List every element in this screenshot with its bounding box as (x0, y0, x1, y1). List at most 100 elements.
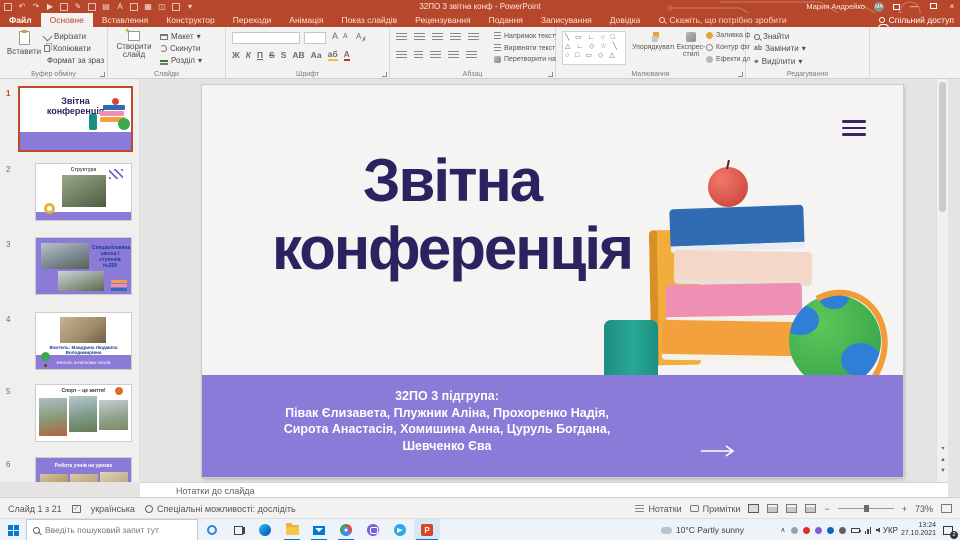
language-status[interactable]: українська (91, 504, 135, 514)
spell-check-icon[interactable]: ✓ (72, 505, 81, 513)
taskbar-viber[interactable] (360, 519, 386, 540)
restore-button[interactable] (930, 3, 937, 9)
zoom-out-button[interactable]: − (824, 504, 829, 514)
clipboard-dialog-launcher[interactable] (100, 72, 105, 77)
slide-title[interactable]: Звітна конференція (202, 147, 702, 283)
scroll-down-icon[interactable]: ▾ (937, 445, 949, 452)
taskbar-telegram[interactable] (387, 519, 413, 540)
line-spacing-icon[interactable] (468, 33, 479, 41)
zoom-slider[interactable] (838, 508, 894, 509)
increase-indent-icon[interactable] (450, 33, 461, 41)
tab-home[interactable]: Основне (41, 13, 93, 27)
cortana-button[interactable] (200, 519, 224, 540)
font-name-input[interactable] (232, 32, 300, 44)
underline-button[interactable]: П (257, 50, 263, 60)
decrease-indent-icon[interactable] (432, 33, 443, 41)
format-painter-button[interactable]: Формат за зразком (44, 56, 104, 65)
tray-viber-icon[interactable] (815, 527, 822, 534)
columns-icon[interactable] (466, 51, 477, 59)
avatar[interactable]: МА (874, 2, 884, 12)
slide-thumbnail-2[interactable]: Структура (36, 164, 131, 220)
tray-red-icon[interactable] (803, 527, 810, 534)
replace-button[interactable]: ab Замінити▾ (754, 44, 806, 53)
taskbar-clock[interactable]: 13:24 27.10.2021 (901, 519, 936, 540)
drawing-dialog-launcher[interactable] (738, 72, 743, 77)
slide-thumbnail-panel[interactable]: 1 Звітна конференція 2 Структура (0, 79, 140, 482)
ribbon-options-icon[interactable] (893, 4, 900, 10)
action-center-button[interactable]: 2 (938, 519, 958, 540)
task-view-button[interactable] (226, 519, 250, 540)
arrange-button[interactable]: Упорядкувати (632, 32, 674, 51)
fit-to-window-button[interactable] (941, 504, 952, 513)
paragraph-dialog-launcher[interactable] (548, 72, 553, 77)
hamburger-menu-icon[interactable] (842, 120, 866, 136)
text-direction-button[interactable]: Напрямок тексту (494, 32, 556, 40)
slide-thumbnail-4[interactable]: Вчитель: Мандрина Людмила Володимирівна … (36, 313, 131, 369)
reset-button[interactable]: Скинути (160, 44, 200, 53)
tab-design[interactable]: Конструктор (157, 13, 223, 27)
highlight-color-button[interactable]: аб (328, 49, 338, 61)
battery-icon[interactable] (851, 528, 860, 533)
strikethrough-button[interactable]: S (269, 50, 275, 60)
slide-thumbnail-5[interactable]: Спорт – це життя! (36, 385, 131, 441)
increase-font-icon[interactable]: А (332, 31, 338, 41)
system-tray[interactable]: ∧ (780, 519, 880, 540)
onedrive-icon[interactable] (791, 527, 798, 534)
slideshow-button[interactable] (805, 504, 816, 513)
tab-insert[interactable]: Вставлення (93, 13, 157, 27)
quick-styles-button[interactable]: Експрес-стилі (674, 32, 708, 58)
font-size-input[interactable] (304, 32, 326, 44)
copy-button[interactable]: Копіювати (44, 44, 91, 53)
tab-recording[interactable]: Записування (532, 13, 601, 27)
start-button[interactable] (0, 519, 26, 540)
next-arrow-icon[interactable] (700, 445, 736, 457)
share-button[interactable]: Спільний доступ (879, 13, 954, 27)
notes-placeholder[interactable]: Нотатки до слайда (176, 486, 255, 496)
slide-thumbnail-1[interactable]: Звітна конференція (20, 88, 131, 150)
slide-canvas[interactable]: Звітна конференція (202, 85, 903, 477)
taskbar-mail[interactable] (306, 519, 332, 540)
show-hidden-icons[interactable]: ∧ (780, 526, 785, 534)
tab-review[interactable]: Рецензування (406, 13, 479, 27)
search-input[interactable] (45, 525, 175, 535)
reading-view-button[interactable] (786, 504, 797, 513)
normal-view-button[interactable] (748, 504, 759, 513)
slide-thumbnail-3[interactable]: Спеціалізована школа І ступенів №329 (36, 238, 131, 294)
bluetooth-icon[interactable] (827, 527, 834, 534)
section-button[interactable]: Розділ▾ (160, 56, 202, 65)
bold-button[interactable]: Ж (232, 50, 240, 60)
network-icon[interactable] (865, 527, 872, 534)
comments-toggle[interactable]: Примітки (690, 504, 741, 514)
align-left-icon[interactable] (396, 51, 407, 59)
align-text-button[interactable]: Вирівняти текст (494, 44, 555, 52)
next-slide-icon[interactable]: ▼ (937, 468, 949, 474)
close-button[interactable]: × (947, 2, 957, 11)
numbering-icon[interactable] (414, 33, 425, 41)
zoom-in-button[interactable]: + (902, 504, 907, 514)
notes-pane[interactable]: Нотатки до слайда (140, 482, 948, 497)
tab-file[interactable]: Файл (0, 13, 41, 27)
bullets-icon[interactable] (396, 33, 407, 41)
vertical-scrollbar[interactable]: ▾ ▲ ▼ (936, 79, 948, 482)
taskbar-powerpoint[interactable]: P (414, 519, 440, 540)
font-dialog-launcher[interactable] (382, 72, 387, 77)
new-slide-button[interactable]: Створити слайд (114, 31, 154, 59)
taskbar-edge[interactable] (252, 519, 278, 540)
previous-slide-icon[interactable]: ▲ (937, 457, 949, 463)
tell-me-search[interactable]: Скажіть, що потрібно зробити (659, 13, 786, 27)
minimize-button[interactable]: — (909, 2, 919, 11)
tab-slideshow[interactable]: Показ слайдів (332, 13, 406, 27)
accessibility-status[interactable]: Спеціальні можливості: дослідіть (145, 504, 296, 514)
shape-effects-button[interactable]: Ефекти для фігур (706, 56, 750, 63)
tab-transitions[interactable]: Переходи (224, 13, 281, 27)
slide-sorter-view-button[interactable] (767, 504, 778, 513)
shape-outline-button[interactable]: Контур фігури (706, 44, 750, 51)
clear-formatting-icon[interactable]: А✗ (356, 32, 367, 44)
font-color-button[interactable]: А (344, 49, 350, 61)
text-shadow-button[interactable]: S (281, 50, 287, 60)
account-name[interactable]: Мария Андрейко (806, 2, 865, 11)
tray-clock-icon[interactable] (839, 527, 846, 534)
volume-icon[interactable] (876, 528, 880, 533)
taskbar-chrome[interactable] (333, 519, 359, 540)
tab-animations[interactable]: Анімація (280, 13, 332, 27)
